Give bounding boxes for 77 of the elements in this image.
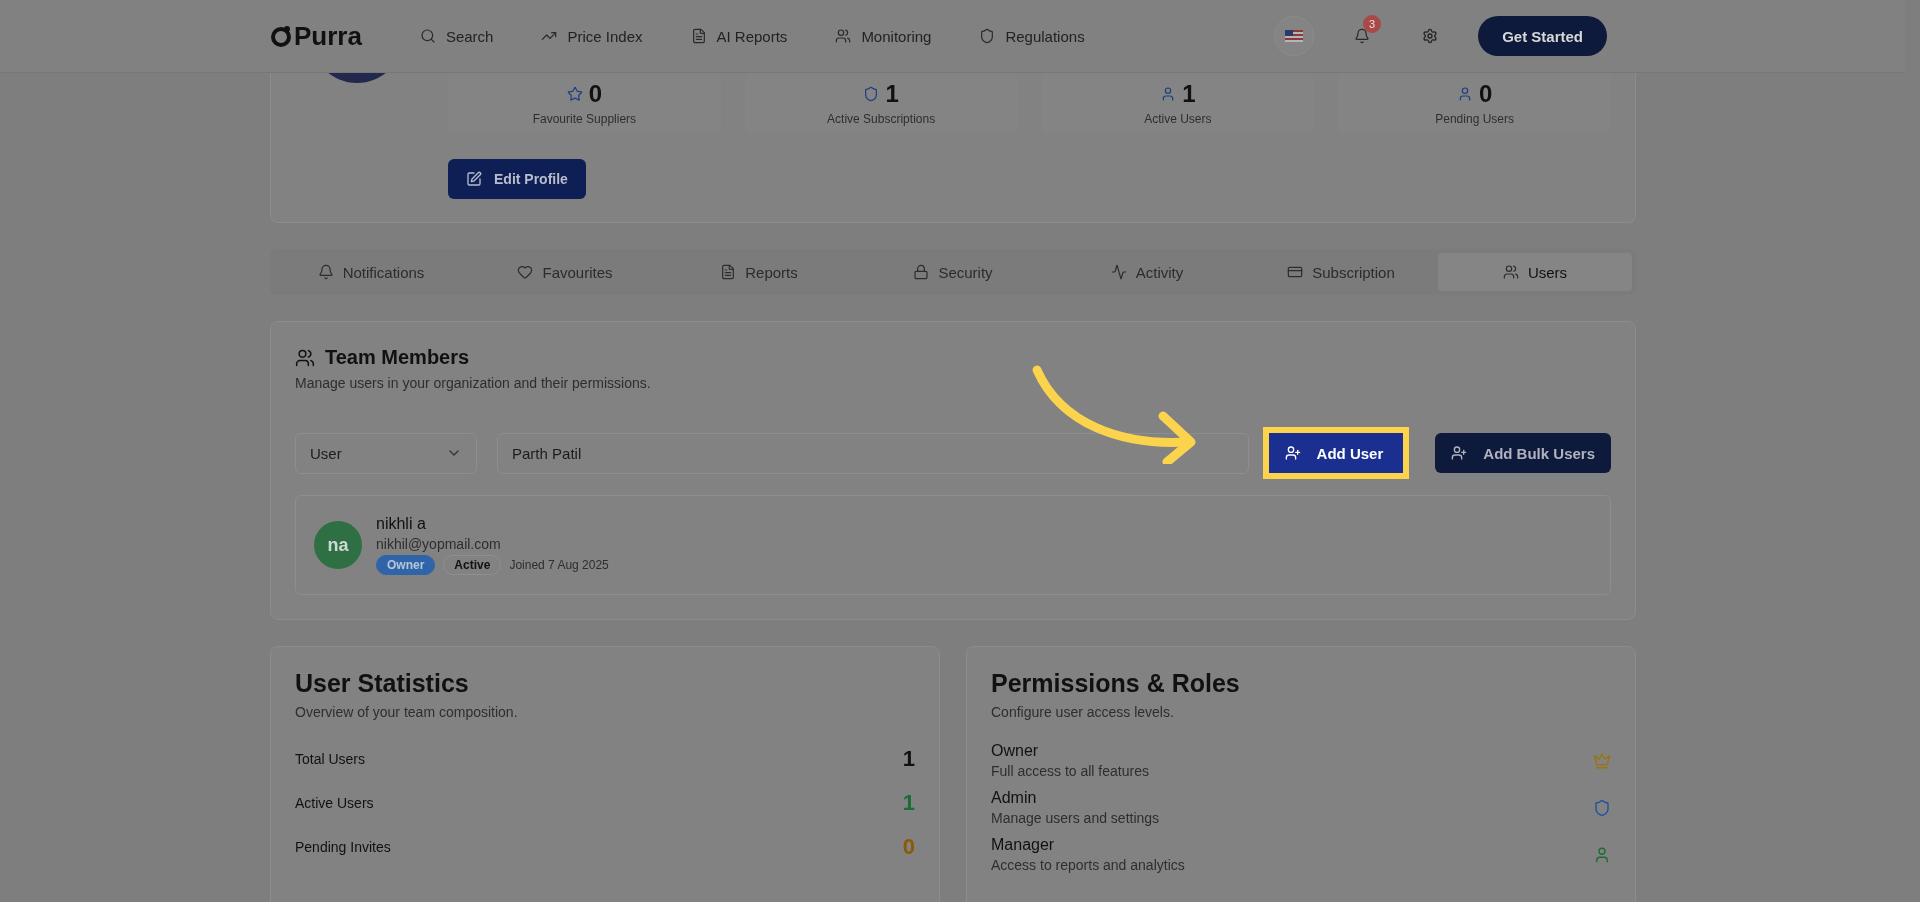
role-select[interactable]: User [295, 432, 477, 474]
flag-icon [1285, 30, 1304, 42]
card-title: Permissions & Roles [991, 669, 1241, 698]
nav-link[interactable]: Price Index [531, 27, 653, 45]
role-name: Owner [991, 742, 1040, 760]
logo[interactable]: Purra [270, 20, 362, 52]
joined-date: Joined 7 Aug 2025 [509, 558, 609, 572]
role-name: Admin [991, 789, 1038, 807]
role-name: Manager [991, 836, 1056, 854]
users-icon [835, 28, 852, 44]
settings-icon [1422, 28, 1439, 44]
nav-link[interactable]: AI Reports [680, 27, 798, 45]
stat-label: Pending Users [1435, 112, 1514, 126]
star-icon [566, 86, 583, 102]
logo-icon [270, 25, 292, 47]
card-title: User Statistics [295, 669, 470, 698]
name-input[interactable]: Parth Patil [497, 432, 1249, 474]
tab[interactable]: Users [1438, 253, 1632, 291]
get-started-button[interactable]: Get Started [1478, 16, 1607, 56]
heart-icon [517, 264, 534, 280]
avatar: na [314, 521, 362, 569]
stat-value: 0 [902, 834, 915, 860]
lock-icon [913, 264, 930, 280]
language-button[interactable] [1274, 16, 1315, 56]
tab[interactable]: Notifications [274, 253, 468, 291]
role-description: Manage users and settings [991, 810, 1160, 826]
stat-value: 1 [902, 746, 915, 772]
nav-link[interactable]: Monitoring [825, 27, 942, 45]
add-user-button[interactable]: Add User [1268, 433, 1404, 473]
nav-link[interactable]: Regulations [969, 27, 1095, 45]
search-icon [419, 28, 436, 44]
users-icon [295, 347, 315, 368]
card-subtitle: Configure user access levels. [991, 704, 1175, 720]
user-plus-icon [1451, 445, 1468, 461]
stat-label: Active Users [1144, 112, 1212, 126]
tab[interactable]: Subscription [1244, 253, 1438, 291]
role-description: Access to reports and analytics [991, 857, 1185, 873]
section-title: Team Members [325, 346, 470, 369]
user-plus-icon [1284, 445, 1301, 461]
user-icon [1593, 845, 1611, 864]
crown-icon [1593, 751, 1611, 770]
tab[interactable]: Activity [1050, 253, 1244, 291]
section-subtitle: Manage users in your organization and their permissions. [295, 375, 652, 391]
notification-badge: 3 [1363, 15, 1382, 33]
stat-value: 0 [1478, 80, 1493, 108]
stat-value: 1 [1182, 80, 1196, 108]
card-subtitle: Overview of your team composition. [295, 704, 519, 720]
shield-icon [1593, 798, 1611, 817]
member-name: nikhli a [376, 515, 427, 533]
stat-label: Pending Invites [295, 839, 391, 855]
status-badge: Owner [376, 555, 436, 575]
stat-label: Active Subscriptions [827, 112, 936, 126]
pulse-icon [1110, 264, 1127, 280]
shield-icon [979, 28, 996, 44]
edit-profile-button[interactable]: Edit Profile [448, 159, 586, 199]
nav-link[interactable]: Search [409, 27, 504, 45]
card-icon [1287, 264, 1304, 280]
stat-label: Total Users [295, 751, 366, 767]
edit-icon [466, 171, 482, 187]
tab[interactable]: Security [856, 253, 1050, 291]
stat-label: Active Users [295, 795, 374, 811]
stat-value: 1 [902, 790, 915, 816]
add-bulk-users-button[interactable]: Add Bulk Users [1435, 433, 1611, 473]
shield-icon [863, 86, 880, 102]
stat-value: 1 [885, 80, 899, 108]
tab[interactable]: Reports [662, 253, 856, 291]
role-description: Full access to all features [991, 763, 1149, 779]
bell-icon [317, 264, 334, 280]
stat-label: Favourite Suppliers [532, 112, 637, 126]
stat-value: 0 [588, 80, 603, 108]
member-email: nikhil@yopmail.com [376, 536, 502, 552]
users-icon [1502, 264, 1519, 280]
bell-icon [1354, 28, 1371, 44]
document-icon [690, 28, 707, 44]
document-icon [720, 264, 737, 280]
tab[interactable]: Favourites [468, 253, 662, 291]
notifications-button[interactable]: 3 [1342, 16, 1383, 56]
